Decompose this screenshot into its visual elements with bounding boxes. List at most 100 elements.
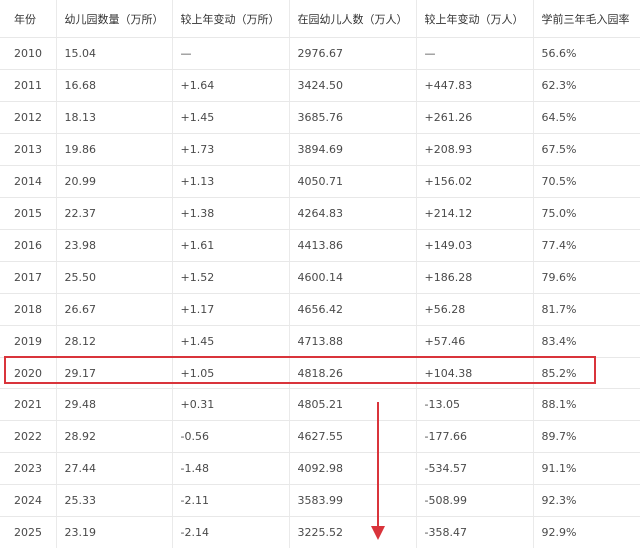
cell-count-change: +1.61 xyxy=(172,230,289,262)
cell-enrollment-rate: 56.6% xyxy=(533,38,640,70)
cell-enrolled-children: 4092.98 xyxy=(289,453,416,485)
cell-enrollment-rate: 83.4% xyxy=(533,326,640,358)
cell-enrolled-children: 4627.55 xyxy=(289,421,416,453)
cell-enrolled-change: +261.26 xyxy=(416,102,533,134)
cell-count-change: +1.52 xyxy=(172,262,289,294)
cell-count-change: +1.73 xyxy=(172,134,289,166)
cell-enrolled-children: 2976.67 xyxy=(289,38,416,70)
cell-enrolled-change: +56.28 xyxy=(416,294,533,326)
cell-count-change: +0.31 xyxy=(172,389,289,421)
cell-enrollment-rate: 75.0% xyxy=(533,198,640,230)
cell-enrolled-children: 3685.76 xyxy=(289,102,416,134)
cell-enrollment-rate: 91.1% xyxy=(533,453,640,485)
cell-kindergarten-count: 27.44 xyxy=(56,453,172,485)
cell-kindergarten-count: 19.86 xyxy=(56,134,172,166)
cell-enrolled-children: 4600.14 xyxy=(289,262,416,294)
cell-year: 2015 xyxy=(0,198,56,230)
cell-kindergarten-count: 25.33 xyxy=(56,485,172,517)
table-row: 202129.48+0.314805.21-13.0588.1% xyxy=(0,389,640,421)
cell-year: 2017 xyxy=(0,262,56,294)
table-row: 201015.04—2976.67—56.6% xyxy=(0,38,640,70)
cell-kindergarten-count: 18.13 xyxy=(56,102,172,134)
table-row: 201522.37+1.384264.83+214.1275.0% xyxy=(0,198,640,230)
header-kindergarten-count: 幼儿园数量（万所） xyxy=(56,0,172,38)
cell-enrolled-change: +447.83 xyxy=(416,70,533,102)
cell-kindergarten-count: 28.12 xyxy=(56,326,172,358)
table-row: 201218.13+1.453685.76+261.2664.5% xyxy=(0,102,640,134)
table-row: 201116.68+1.643424.50+447.8362.3% xyxy=(0,70,640,102)
cell-year: 2023 xyxy=(0,453,56,485)
cell-enrolled-children: 4656.42 xyxy=(289,294,416,326)
cell-year: 2016 xyxy=(0,230,56,262)
cell-enrolled-children: 4818.26 xyxy=(289,358,416,389)
cell-year: 2013 xyxy=(0,134,56,166)
table-row: 201623.98+1.614413.86+149.0377.4% xyxy=(0,230,640,262)
cell-enrollment-rate: 92.3% xyxy=(533,485,640,517)
cell-enrollment-rate: 89.7% xyxy=(533,421,640,453)
cell-enrollment-rate: 62.3% xyxy=(533,70,640,102)
cell-enrolled-change: +186.28 xyxy=(416,262,533,294)
cell-enrolled-change: +104.38 xyxy=(416,358,533,389)
cell-enrolled-children: 4050.71 xyxy=(289,166,416,198)
table-header-row: 年份 幼儿园数量（万所） 较上年变动（万所） 在园幼儿人数（万人） 较上年变动（… xyxy=(0,0,640,38)
header-year: 年份 xyxy=(0,0,56,38)
table-row: 202029.17+1.054818.26+104.3885.2% xyxy=(0,358,640,389)
cell-enrollment-rate: 64.5% xyxy=(533,102,640,134)
cell-year: 2021 xyxy=(0,389,56,421)
cell-enrolled-children: 4264.83 xyxy=(289,198,416,230)
cell-enrolled-change: +149.03 xyxy=(416,230,533,262)
cell-enrolled-children: 4805.21 xyxy=(289,389,416,421)
cell-enrolled-change: -508.99 xyxy=(416,485,533,517)
cell-enrolled-change: -534.57 xyxy=(416,453,533,485)
cell-kindergarten-count: 16.68 xyxy=(56,70,172,102)
cell-enrollment-rate: 85.2% xyxy=(533,358,640,389)
header-enrolled-change: 较上年变动（万人） xyxy=(416,0,533,38)
cell-enrolled-change: +156.02 xyxy=(416,166,533,198)
table-row: 202228.92-0.564627.55-177.6689.7% xyxy=(0,421,640,453)
cell-enrolled-children: 4713.88 xyxy=(289,326,416,358)
cell-kindergarten-count: 20.99 xyxy=(56,166,172,198)
cell-kindergarten-count: 22.37 xyxy=(56,198,172,230)
cell-year: 2019 xyxy=(0,326,56,358)
cell-kindergarten-count: 28.92 xyxy=(56,421,172,453)
cell-enrolled-change: +214.12 xyxy=(416,198,533,230)
table-row: 202523.19-2.143225.52-358.4792.9% xyxy=(0,517,640,548)
header-enrolled-children: 在园幼儿人数（万人） xyxy=(289,0,416,38)
cell-enrolled-change: — xyxy=(416,38,533,70)
down-arrow-shaft xyxy=(377,402,379,528)
down-arrow-icon xyxy=(371,526,385,540)
cell-kindergarten-count: 29.48 xyxy=(56,389,172,421)
cell-enrolled-change: +57.46 xyxy=(416,326,533,358)
cell-enrollment-rate: 92.9% xyxy=(533,517,640,548)
table-body: 201015.04—2976.67—56.6%201116.68+1.64342… xyxy=(0,38,640,548)
cell-kindergarten-count: 26.67 xyxy=(56,294,172,326)
cell-enrollment-rate: 70.5% xyxy=(533,166,640,198)
cell-year: 2018 xyxy=(0,294,56,326)
cell-year: 2022 xyxy=(0,421,56,453)
cell-count-change: -1.48 xyxy=(172,453,289,485)
cell-kindergarten-count: 29.17 xyxy=(56,358,172,389)
cell-count-change: +1.38 xyxy=(172,198,289,230)
cell-count-change: -2.11 xyxy=(172,485,289,517)
cell-count-change: +1.13 xyxy=(172,166,289,198)
cell-count-change: -2.14 xyxy=(172,517,289,548)
cell-count-change: +1.45 xyxy=(172,102,289,134)
cell-enrollment-rate: 81.7% xyxy=(533,294,640,326)
cell-enrolled-change: -13.05 xyxy=(416,389,533,421)
table-row: 201319.86+1.733894.69+208.9367.5% xyxy=(0,134,640,166)
cell-enrolled-change: +208.93 xyxy=(416,134,533,166)
cell-year: 2020 xyxy=(0,358,56,389)
cell-count-change: +1.45 xyxy=(172,326,289,358)
cell-enrolled-children: 3424.50 xyxy=(289,70,416,102)
cell-enrolled-children: 4413.86 xyxy=(289,230,416,262)
cell-year: 2011 xyxy=(0,70,56,102)
cell-kindergarten-count: 23.98 xyxy=(56,230,172,262)
table-row: 202425.33-2.113583.99-508.9992.3% xyxy=(0,485,640,517)
cell-kindergarten-count: 15.04 xyxy=(56,38,172,70)
cell-enrolled-children: 3225.52 xyxy=(289,517,416,548)
table-row: 202327.44-1.484092.98-534.5791.1% xyxy=(0,453,640,485)
cell-enrolled-children: 3894.69 xyxy=(289,134,416,166)
cell-year: 2024 xyxy=(0,485,56,517)
cell-year: 2025 xyxy=(0,517,56,548)
cell-enrollment-rate: 79.6% xyxy=(533,262,640,294)
